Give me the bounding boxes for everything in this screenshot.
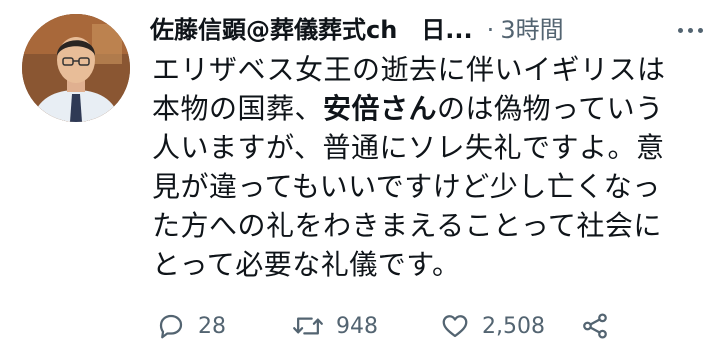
retweet-button[interactable]: 948 <box>292 306 378 346</box>
retweet-count: 948 <box>336 313 378 339</box>
author-display-name[interactable]: 佐藤信顕@葬儀葬式ch 日... <box>150 12 473 48</box>
tweet-line: 見が違ってもいいですけど少し亡くなっ <box>152 167 708 206</box>
tweet-text-segment: エリザベス女王の逝去に伴いイギリスは <box>152 53 666 86</box>
heart-icon <box>442 315 468 338</box>
tweet[interactable]: 佐藤信顕@葬儀葬式ch 日... · 3時間 エリザベス女王の逝去に伴いイギリス… <box>0 0 720 363</box>
like-button[interactable]: 2,508 <box>440 306 545 346</box>
tweet-line: とって必要な礼儀です。 <box>152 245 708 284</box>
tweet-text: エリザベス女王の逝去に伴いイギリスは 本物の国葬、安倍さんのは偽物っていう 人い… <box>152 50 708 284</box>
reply-count: 28 <box>198 313 226 339</box>
tweet-text-segment: 人いますが、普通にソレ失礼ですよ。意 <box>152 131 665 164</box>
timestamp[interactable]: 3時間 <box>500 12 563 48</box>
tweet-line: た方への礼をわきまえることって社会に <box>152 206 708 245</box>
time-separator: · <box>486 16 495 44</box>
avatar[interactable] <box>22 14 130 122</box>
tweet-line: 本物の国葬、安倍さんのは偽物っていう <box>152 89 708 128</box>
tweet-line: 人いますが、普通にソレ失礼ですよ。意 <box>152 128 708 167</box>
tweet-text-segment: 本物の国葬、 <box>152 92 324 125</box>
tweet-text-segment: た方への礼をわきまえることって社会に <box>152 209 662 242</box>
share-button[interactable] <box>580 306 610 346</box>
tweet-text-bold: 安倍さん <box>323 92 438 125</box>
tweet-header: 佐藤信顕@葬儀葬式ch 日... · 3時間 <box>150 12 710 48</box>
more-icon[interactable] <box>670 18 710 42</box>
tweet-text-segment: 見が違ってもいいですけど少し亡くなっ <box>152 170 661 203</box>
avatar-image <box>22 14 130 122</box>
tweet-line: エリザベス女王の逝去に伴いイギリスは <box>152 50 708 89</box>
like-count: 2,508 <box>482 313 545 339</box>
tweet-text-segment: とって必要な礼儀です。 <box>152 248 461 281</box>
reply-button[interactable]: 28 <box>156 306 226 346</box>
reply-icon <box>159 314 183 339</box>
retweet-icon <box>293 317 323 335</box>
share-icon <box>583 313 607 339</box>
tweet-actions: 28 948 2,508 <box>156 306 716 346</box>
tweet-text-segment: のは偽物っていう <box>437 92 664 125</box>
